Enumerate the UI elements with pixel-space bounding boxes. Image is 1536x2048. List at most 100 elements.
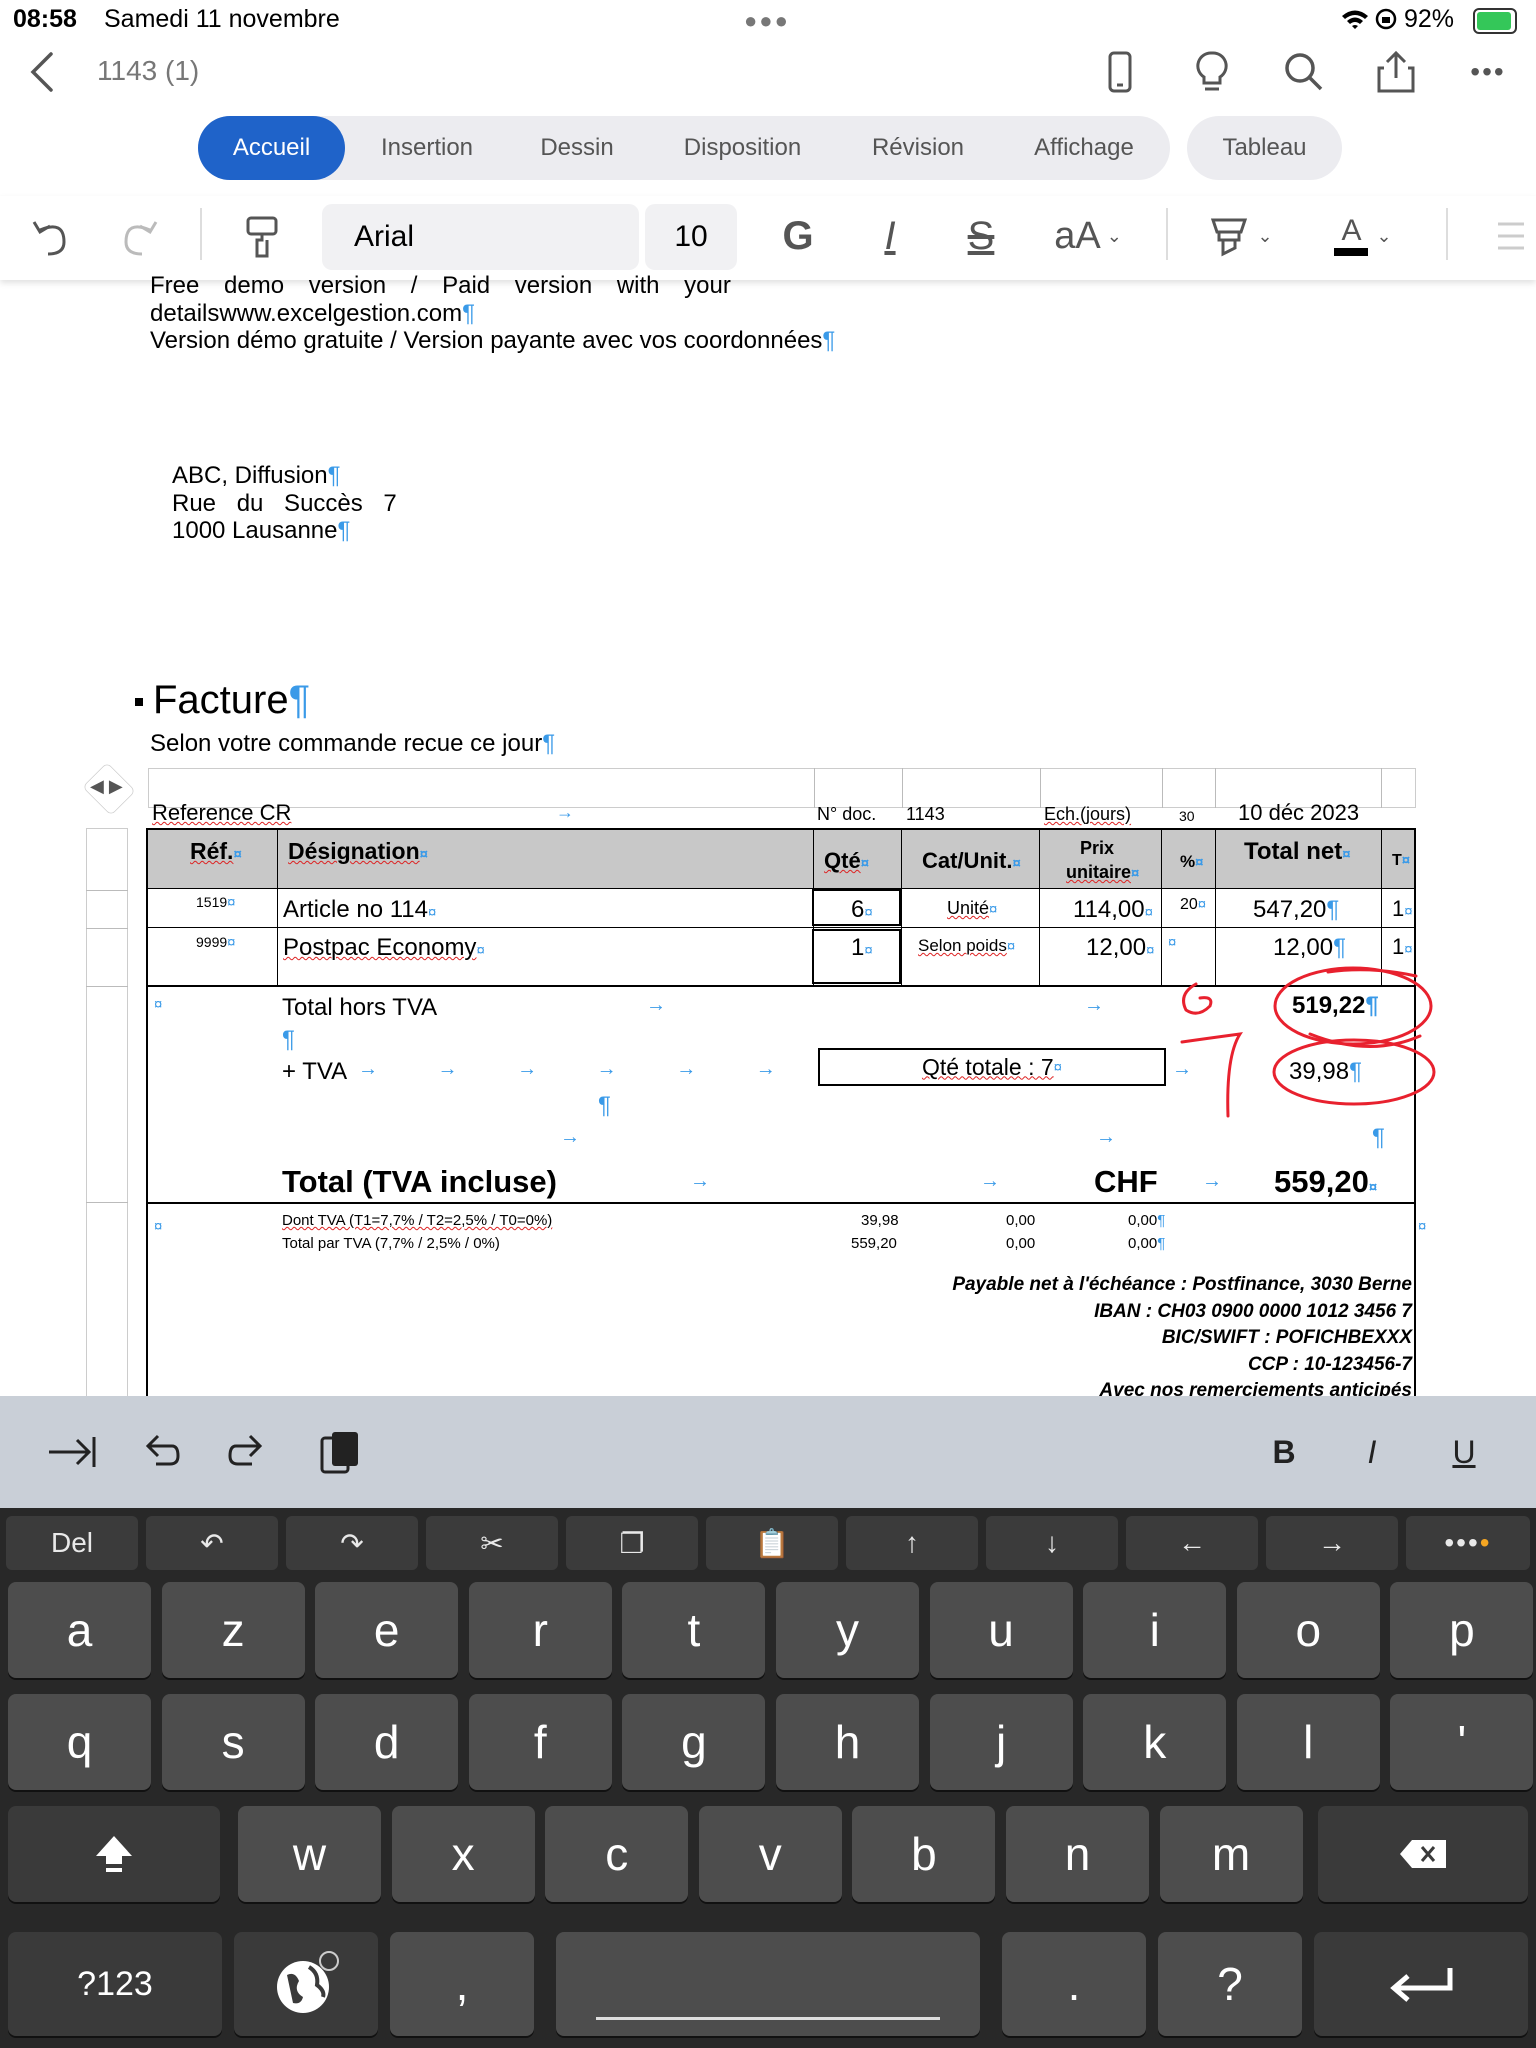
tab-accueil[interactable]: Accueil bbox=[198, 116, 345, 180]
key-p[interactable]: p bbox=[1390, 1582, 1534, 1678]
key-r[interactable]: r bbox=[468, 1582, 612, 1678]
toolbar-divider bbox=[1166, 208, 1168, 260]
text-size-glyph: aA bbox=[1054, 214, 1101, 257]
key-u[interactable]: u bbox=[929, 1582, 1073, 1678]
invoice-date: 10 déc 2023 bbox=[1238, 800, 1360, 825]
key-l[interactable]: l bbox=[1236, 1694, 1380, 1790]
tab-revision[interactable]: Révision bbox=[850, 116, 986, 180]
multitask-dots-icon[interactable]: ●●● bbox=[744, 8, 790, 34]
key-t[interactable]: t bbox=[622, 1582, 766, 1678]
key-g[interactable]: g bbox=[622, 1694, 766, 1790]
key-b[interactable]: b bbox=[852, 1806, 996, 1902]
undo-key[interactable]: ↶ bbox=[146, 1516, 278, 1570]
strikethrough-button[interactable]: S bbox=[953, 208, 1009, 264]
key-d[interactable]: d bbox=[315, 1694, 459, 1790]
table-move-arrows-icon: ◀ ▶ bbox=[90, 776, 123, 796]
italic-button[interactable]: I bbox=[862, 208, 918, 264]
cell-marker: ¤ bbox=[1418, 1218, 1427, 1235]
tab-arrow: → bbox=[690, 1170, 710, 1192]
tab-affichage[interactable]: Affichage bbox=[1012, 116, 1156, 180]
share-icon[interactable] bbox=[1368, 44, 1424, 100]
key-f[interactable]: f bbox=[468, 1694, 612, 1790]
tab-disposition[interactable]: Disposition bbox=[665, 116, 820, 180]
cut-key[interactable]: ✂ bbox=[426, 1516, 558, 1570]
arrow-down-key[interactable]: ↓ bbox=[986, 1516, 1118, 1570]
lightbulb-icon[interactable] bbox=[1184, 44, 1240, 100]
tab-tableau[interactable]: Tableau bbox=[1187, 116, 1342, 180]
paste-key[interactable]: 📋 bbox=[706, 1516, 838, 1570]
font-color-button[interactable]: A ⌄ bbox=[1318, 208, 1408, 264]
key-z[interactable]: z bbox=[161, 1582, 305, 1678]
currency: CHF bbox=[1094, 1164, 1158, 1199]
bold-button[interactable]: B bbox=[1256, 1424, 1312, 1480]
document-title[interactable]: 1143 (1) bbox=[97, 55, 199, 87]
key-y[interactable]: y bbox=[776, 1582, 919, 1678]
redo-icon[interactable] bbox=[220, 1424, 276, 1480]
key-h[interactable]: h bbox=[776, 1694, 919, 1790]
more-keys-icon[interactable]: ••• • bbox=[1406, 1516, 1530, 1570]
key-i[interactable]: i bbox=[1083, 1582, 1227, 1678]
key-q[interactable]: q bbox=[8, 1694, 151, 1790]
undo-icon[interactable] bbox=[132, 1424, 188, 1480]
payment-info: Payable net à l'échéance : Postfinance, … bbox=[952, 1272, 1412, 1405]
key-k[interactable]: k bbox=[1083, 1694, 1227, 1790]
key-v[interactable]: v bbox=[698, 1806, 842, 1902]
key-x[interactable]: x bbox=[391, 1806, 535, 1902]
doc-number-label: N° doc. bbox=[817, 804, 877, 824]
text-size-button[interactable]: aA ⌄ bbox=[1048, 208, 1128, 264]
key-n[interactable]: n bbox=[1006, 1806, 1149, 1902]
key-m[interactable]: m bbox=[1159, 1806, 1303, 1902]
underline-button[interactable]: U bbox=[1436, 1424, 1492, 1480]
globe-key[interactable] bbox=[234, 1932, 378, 2036]
key-o[interactable]: o bbox=[1236, 1582, 1380, 1678]
key-apostrophe[interactable]: ' bbox=[1390, 1694, 1534, 1790]
question-key[interactable]: ? bbox=[1158, 1932, 1302, 2036]
font-name-field[interactable]: Arial bbox=[322, 204, 639, 270]
list-icon[interactable] bbox=[1478, 208, 1534, 264]
return-key[interactable] bbox=[1314, 1932, 1528, 2036]
key-e[interactable]: e bbox=[315, 1582, 459, 1678]
comma-key[interactable]: , bbox=[390, 1932, 534, 2036]
key-s[interactable]: s bbox=[161, 1694, 305, 1790]
column-ruler[interactable] bbox=[148, 768, 1416, 808]
tab-key-icon[interactable] bbox=[44, 1424, 100, 1480]
tab-arrows: → → → → → → bbox=[358, 1058, 776, 1080]
tab-dessin[interactable]: Dessin bbox=[520, 116, 634, 180]
redo-icon[interactable] bbox=[112, 208, 168, 264]
tab-insertion[interactable]: Insertion bbox=[362, 116, 492, 180]
period-key[interactable]: . bbox=[1002, 1932, 1146, 2036]
numbers-key[interactable]: ?123 bbox=[8, 1932, 222, 2036]
more-options-icon[interactable]: ••• bbox=[1460, 44, 1516, 100]
mobile-view-icon[interactable] bbox=[1092, 44, 1148, 100]
key-c[interactable]: c bbox=[545, 1806, 689, 1902]
del-key[interactable]: Del bbox=[6, 1516, 138, 1570]
backspace-key[interactable] bbox=[1318, 1806, 1528, 1902]
format-painter-icon[interactable] bbox=[234, 208, 290, 264]
space-bar[interactable] bbox=[556, 1932, 980, 2036]
battery-percent: 92% bbox=[1404, 5, 1455, 33]
undo-icon[interactable] bbox=[22, 208, 78, 264]
bold-button[interactable]: G bbox=[770, 208, 826, 264]
shift-key[interactable] bbox=[8, 1806, 220, 1902]
search-icon[interactable] bbox=[1276, 44, 1332, 100]
paste-icon[interactable] bbox=[312, 1424, 368, 1480]
redo-key[interactable]: ↷ bbox=[286, 1516, 418, 1570]
row-ruler[interactable] bbox=[86, 828, 128, 1398]
highlighter-icon[interactable]: ⌄ bbox=[1196, 208, 1286, 264]
arrow-left-key[interactable]: ← bbox=[1126, 1516, 1258, 1570]
tva-label: + TVA bbox=[282, 1058, 348, 1085]
wifi-icon bbox=[1342, 10, 1368, 29]
key-j[interactable]: j bbox=[929, 1694, 1073, 1790]
font-size-field[interactable]: 10 bbox=[645, 204, 737, 270]
key-w[interactable]: w bbox=[238, 1806, 381, 1902]
payment-line: CCP : 10-123456-7 bbox=[1247, 1353, 1412, 1375]
tab-arrow: → bbox=[646, 994, 666, 1016]
key-a[interactable]: a bbox=[8, 1582, 151, 1678]
copy-key[interactable]: ❐ bbox=[566, 1516, 698, 1570]
arrow-up-key[interactable]: ↑ bbox=[846, 1516, 978, 1570]
back-chevron-icon[interactable] bbox=[14, 44, 70, 100]
handwritten-annotations bbox=[1180, 966, 1436, 1118]
italic-button[interactable]: I bbox=[1344, 1424, 1400, 1480]
arrow-right-key[interactable]: → bbox=[1266, 1516, 1398, 1570]
column-header-percent: %¤ bbox=[1180, 852, 1204, 871]
